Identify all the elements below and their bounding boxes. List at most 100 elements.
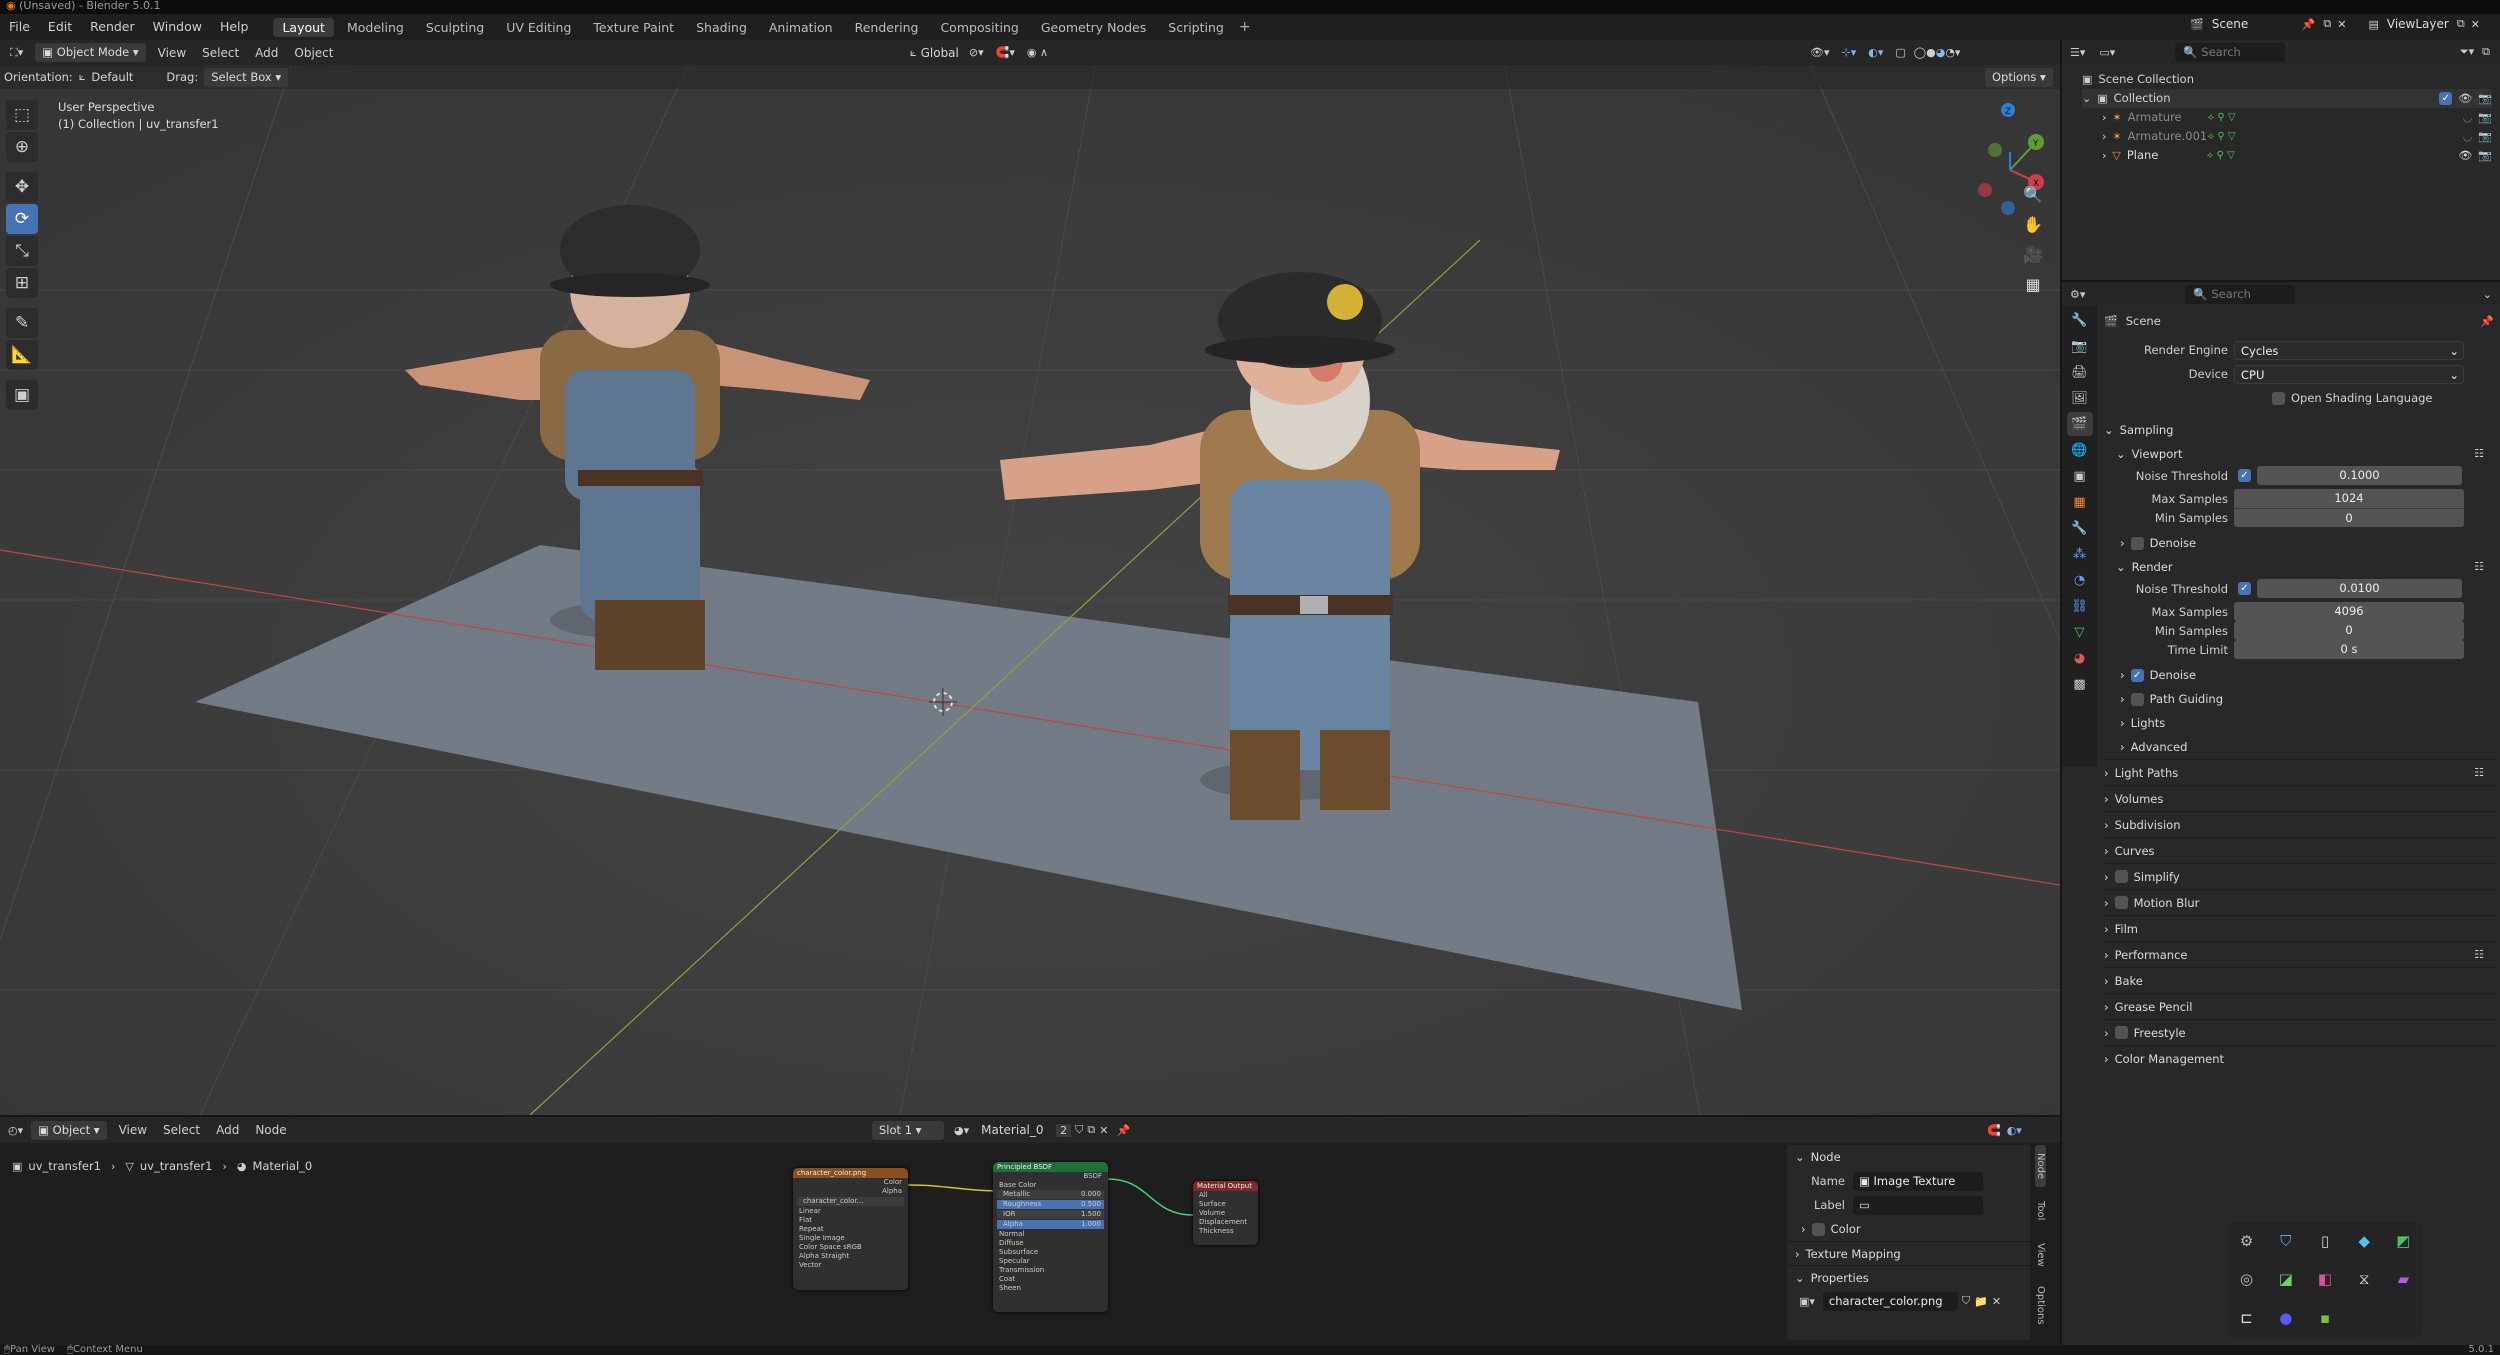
output-tab-icon[interactable]: 🖨 xyxy=(2067,360,2093,384)
orientation-dropdown[interactable]: Default xyxy=(91,70,166,84)
particles-tab-icon[interactable]: ⁂ xyxy=(2067,542,2093,566)
presets-icon[interactable]: ☷ xyxy=(2474,943,2484,967)
transform-orientation-dropdown[interactable]: Global xyxy=(921,46,959,60)
drag-dropdown[interactable]: Select Box ▾ xyxy=(204,67,289,87)
device-dropdown[interactable]: CPU ⌄ xyxy=(2234,364,2464,384)
tool-tab-icon[interactable]: 🔧 xyxy=(2067,308,2093,332)
overlay-toggle-icon[interactable]: ◐▾ xyxy=(1868,46,1883,59)
solid-shading-icon[interactable]: ● xyxy=(1926,46,1936,59)
tab-geometry-nodes[interactable]: Geometry Nodes xyxy=(1032,18,1155,37)
menu-file[interactable]: File xyxy=(0,14,39,40)
snap-icon[interactable]: 🧲▾ xyxy=(996,46,1015,59)
material-users-count[interactable]: 2 xyxy=(1056,1123,1072,1137)
visibility-icon[interactable]: 👁▾ xyxy=(1810,46,1830,59)
tab-node[interactable]: Node xyxy=(2035,1145,2046,1187)
panel-bake[interactable]: › Bake xyxy=(2104,967,2498,993)
addon-file-icon[interactable]: ▯ xyxy=(2321,1232,2329,1250)
expand-icon[interactable]: ⌄ xyxy=(2082,89,2091,108)
path-guiding-header[interactable]: › Path Guiding xyxy=(2104,687,2498,711)
color-checkbox[interactable] xyxy=(1811,1222,1825,1236)
addon-cube-icon[interactable]: ◆ xyxy=(2358,1232,2370,1250)
editor-type-icon[interactable]: ⛶▾ xyxy=(10,46,23,60)
panel-motion-blur[interactable]: › Motion Blur xyxy=(2104,889,2498,915)
material-tab-icon[interactable]: ◕ xyxy=(2067,646,2093,670)
properties-header[interactable]: ⌄ Properties xyxy=(1787,1265,2030,1289)
node-label-field[interactable]: ▭ xyxy=(1853,1195,1983,1215)
viewport-menu-select[interactable]: Select xyxy=(194,46,247,60)
vp-min-field[interactable]: 0 xyxy=(2234,508,2464,527)
outliner-item[interactable]: › ✶ Armature ⟡ ⚲ ▽ ◡ 📷 xyxy=(2082,108,2492,127)
display-mode-icon[interactable]: ▭▾ xyxy=(2099,46,2115,59)
viewport-subpanel-header[interactable]: ⌄ Viewport ☷ xyxy=(2104,442,2498,466)
overlay-node-icon[interactable]: ◐▾ xyxy=(2007,1124,2022,1137)
panel-volumes[interactable]: › Volumes xyxy=(2104,785,2498,811)
addon-leaf-icon[interactable]: ◪ xyxy=(2279,1270,2293,1288)
r-min-field[interactable]: 0 xyxy=(2234,621,2464,640)
path-guiding-checkbox[interactable] xyxy=(2130,692,2144,706)
outliner-item[interactable]: › ✶ Armature.001 ⟡ ⚲ ▽ ◡ 📷 xyxy=(2082,127,2492,146)
node-menu-view[interactable]: View xyxy=(111,1123,155,1137)
filter-icon[interactable]: ⏷▾ xyxy=(2460,45,2474,59)
texture-mapping-header[interactable]: › Texture Mapping xyxy=(1787,1241,2030,1265)
transform-tool-icon[interactable]: ⊞ xyxy=(6,268,38,298)
3d-viewport[interactable]: Y X Z User Perspective (1) Collection | … xyxy=(0,40,2060,1115)
unlink-material-icon[interactable]: ✕ xyxy=(1099,1124,1108,1137)
properties-type-icon[interactable]: ⚙▾ xyxy=(2070,288,2085,301)
delete-scene-icon[interactable]: ✕ xyxy=(2337,18,2346,31)
shield-icon[interactable]: ⛉ xyxy=(1962,1294,1970,1308)
r-noise-checkbox[interactable]: ✓ xyxy=(2238,582,2251,595)
select-box-tool-icon[interactable]: ⬚ xyxy=(6,100,38,130)
panel-freestyle[interactable]: › Freestyle xyxy=(2104,1019,2498,1045)
addon-gradient-icon[interactable]: ▰ xyxy=(2398,1270,2410,1288)
tab-view[interactable]: View xyxy=(2035,1235,2046,1275)
image-browse-icon[interactable]: ▣▾ xyxy=(1799,1295,1815,1308)
addon-chip-icon[interactable]: ▪ xyxy=(2320,1309,2330,1327)
menu-window[interactable]: Window xyxy=(144,14,211,40)
panel-checkbox[interactable] xyxy=(2114,870,2128,883)
slot-dropdown[interactable]: Slot 1 ▾ xyxy=(872,1120,944,1140)
move-tool-icon[interactable]: ✥ xyxy=(6,172,38,202)
mode-dropdown[interactable]: ▣ Object Mode ▾ xyxy=(35,43,146,62)
presets-icon[interactable]: ☷ xyxy=(2474,555,2484,579)
view-layer-tab-icon[interactable]: 🖼 xyxy=(2067,386,2093,410)
pin-icon[interactable]: 📌 xyxy=(1116,1124,1130,1137)
camera-view-icon[interactable]: 🎥 xyxy=(2018,240,2048,268)
unlink-icon[interactable]: ✕ xyxy=(1992,1295,2001,1308)
scale-tool-icon[interactable]: ⤡ xyxy=(6,236,38,266)
node-menu-add[interactable]: Add xyxy=(208,1123,247,1137)
pan-hand-icon[interactable]: ✋ xyxy=(2018,210,2048,238)
panel-simplify[interactable]: › Simplify xyxy=(2104,863,2498,889)
breadcrumb-mesh[interactable]: uv_transfer1 xyxy=(140,1159,213,1173)
new-view-layer-icon[interactable]: ⧉ xyxy=(2457,17,2465,31)
menu-help[interactable]: Help xyxy=(211,14,258,40)
shader-editor[interactable]: character_color.png Color Alpha characte… xyxy=(0,1117,2060,1345)
gizmo-toggle-icon[interactable]: ⊹▾ xyxy=(1842,46,1857,59)
tab-sculpting[interactable]: Sculpting xyxy=(417,18,493,37)
panel-light-paths[interactable]: › Light Paths ☷ xyxy=(2104,759,2498,785)
addon-camera-icon[interactable]: ◎ xyxy=(2240,1270,2253,1288)
breadcrumb-material[interactable]: Material_0 xyxy=(252,1159,312,1173)
new-collection-icon[interactable]: ⧉ xyxy=(2482,45,2490,59)
camera-icon[interactable]: 📷 xyxy=(2478,108,2492,127)
measure-tool-icon[interactable]: 📐 xyxy=(6,340,38,370)
tab-compositing[interactable]: Compositing xyxy=(931,18,1027,37)
outliner-item[interactable]: › ▽ Plane ⟡ ⚲ ▽ 👁 📷 xyxy=(2082,146,2492,165)
panel-subdivision[interactable]: › Subdivision xyxy=(2104,811,2498,837)
node-menu-select[interactable]: Select xyxy=(155,1123,208,1137)
eye-icon[interactable]: ◡ xyxy=(2463,108,2473,127)
r-time-field[interactable]: 0 s xyxy=(2234,640,2464,659)
addon-orb-icon[interactable]: ● xyxy=(2279,1309,2292,1327)
material-shading-icon[interactable]: ◕ xyxy=(1936,46,1946,59)
vp-denoise-header[interactable]: › Denoise xyxy=(2104,531,2498,555)
pivot-icon[interactable]: ⊘▾ xyxy=(969,46,984,59)
add-cube-tool-icon[interactable]: ▣ xyxy=(6,380,38,410)
vp-noise-field[interactable]: 0.1000 xyxy=(2257,466,2462,485)
panel-performance[interactable]: › Performance ☷ xyxy=(2104,941,2498,967)
proportional-edit-icon[interactable]: ◉ ∧ xyxy=(1027,46,1048,59)
constraints-tab-icon[interactable]: ⛓ xyxy=(2067,594,2093,618)
addon-bracket-icon[interactable]: ⊏ xyxy=(2240,1309,2253,1327)
eye-icon[interactable]: 👁 xyxy=(2458,146,2472,165)
expand-icon[interactable]: › xyxy=(2102,108,2106,127)
tab-shading[interactable]: Shading xyxy=(687,18,756,37)
r-max-field[interactable]: 4096 xyxy=(2234,602,2464,621)
